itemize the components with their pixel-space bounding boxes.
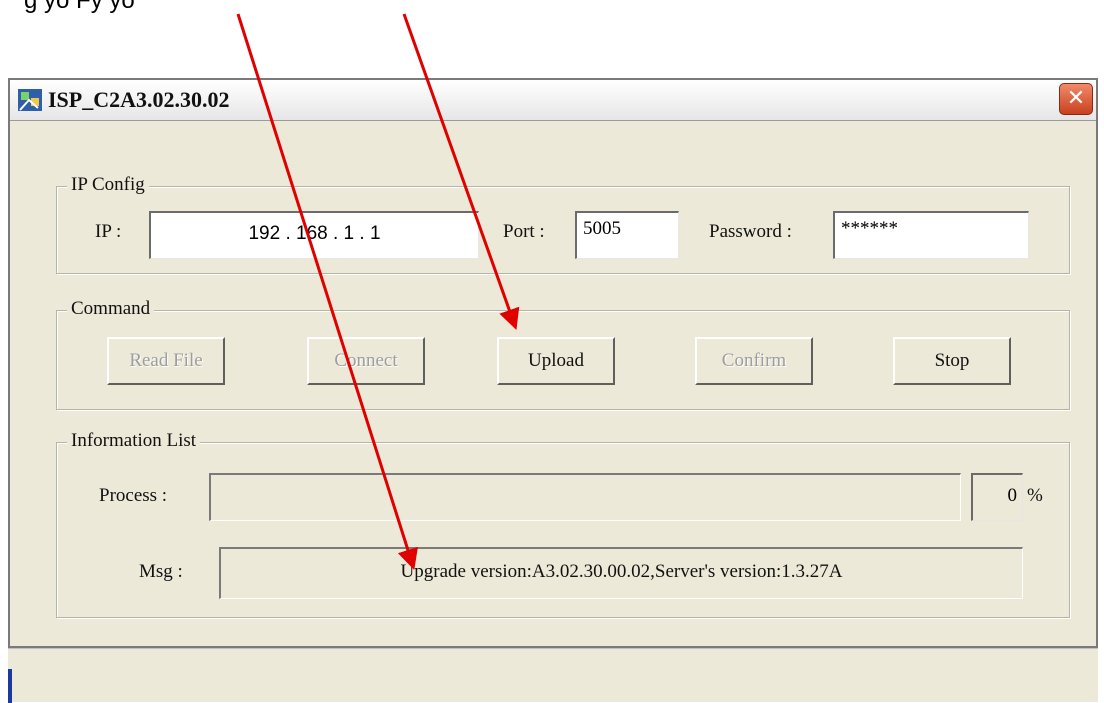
stop-button[interactable]: Stop: [893, 337, 1011, 385]
ip-label: IP :: [95, 221, 122, 242]
ip-config-legend: IP Config: [67, 174, 149, 196]
close-icon: ✕: [1066, 86, 1086, 111]
app-icon: [18, 89, 42, 111]
percent-sign: %: [1027, 485, 1043, 506]
process-label: Process :: [99, 485, 168, 506]
close-button[interactable]: ✕: [1059, 83, 1093, 115]
process-progress-bar: [209, 473, 961, 521]
percent-box: 0: [971, 473, 1023, 521]
msg-label: Msg :: [139, 561, 183, 582]
window-title: ISP_C2A3.02.30.02: [48, 87, 230, 112]
read-file-label: Read File: [129, 350, 203, 371]
ip-value: 192 . 168 . 1 . 1: [248, 223, 381, 244]
port-value: 5005: [583, 218, 621, 239]
stop-label: Stop: [934, 350, 970, 371]
command-legend: Command: [67, 298, 155, 320]
password-label: Password :: [709, 221, 792, 242]
ip-config-group: IP Config IP : 192 . 168 . 1 . 1 Port : …: [56, 174, 1070, 274]
note-text: g yo Fy yo: [24, 0, 135, 14]
command-group: Command Read File Connect Upload Confirm…: [56, 298, 1070, 410]
upload-button[interactable]: Upload: [497, 337, 615, 385]
cropped-note-text: g yo Fy yo: [0, 0, 1104, 22]
port-input[interactable]: 5005: [575, 211, 679, 259]
status-indicator: [8, 669, 12, 703]
confirm-button[interactable]: Confirm: [695, 337, 813, 385]
ip-input[interactable]: 192 . 168 . 1 . 1: [149, 211, 479, 259]
connect-button[interactable]: Connect: [307, 337, 425, 385]
title-bar[interactable]: ISP_C2A3.02.30.02 ✕: [10, 80, 1096, 121]
confirm-label: Confirm: [721, 350, 787, 371]
information-list-legend: Information List: [67, 430, 201, 452]
port-label: Port :: [503, 221, 545, 242]
msg-value: Upgrade version:A3.02.30.00.02,Server's …: [400, 561, 843, 582]
msg-box: Upgrade version:A3.02.30.00.02,Server's …: [219, 547, 1023, 599]
password-value: ******: [841, 218, 898, 239]
status-bar: [8, 648, 1098, 703]
read-file-button[interactable]: Read File: [107, 337, 225, 385]
percent-value: 0: [1007, 485, 1018, 506]
upload-label: Upload: [528, 350, 584, 371]
connect-label: Connect: [334, 350, 398, 371]
isp-window: ISP_C2A3.02.30.02 ✕ IP Config IP : 192 .…: [8, 78, 1098, 648]
information-list-group: Information List Process : 0 % Msg : Upg…: [56, 430, 1070, 618]
password-input[interactable]: ******: [833, 211, 1029, 259]
